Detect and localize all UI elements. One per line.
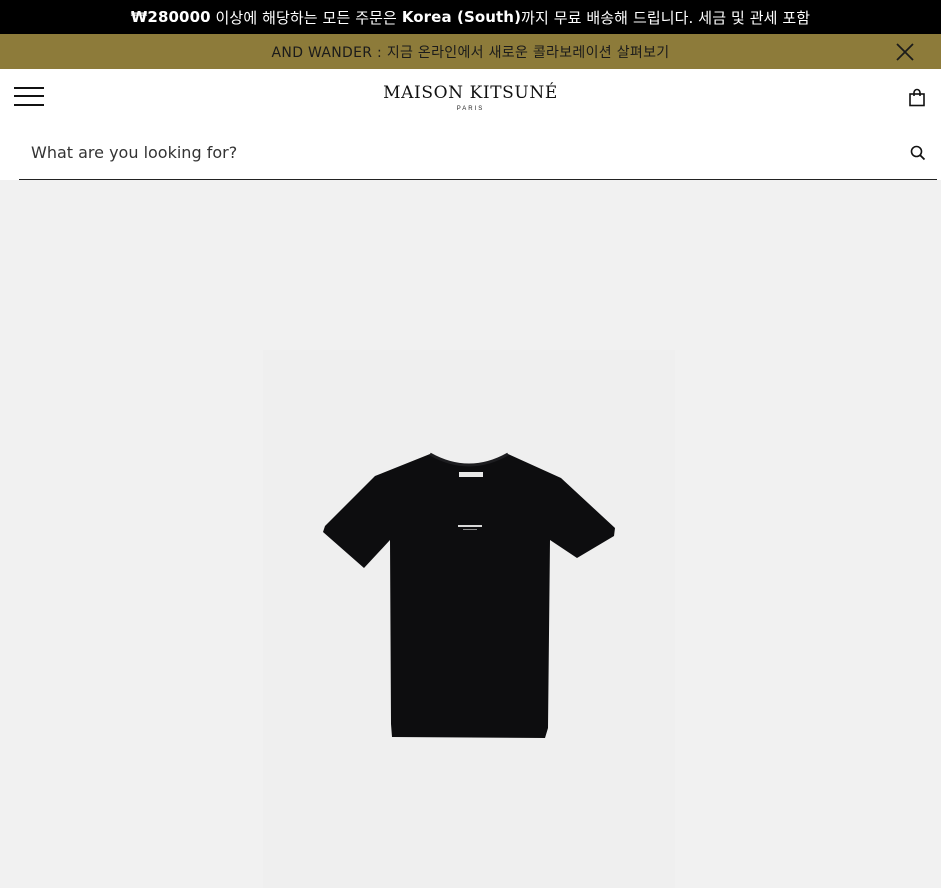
shipping-text-before: 이상에 해당하는 모든 주문은 bbox=[210, 8, 402, 27]
shipping-threshold-amount: ₩280000 bbox=[130, 8, 211, 26]
neck-label bbox=[459, 472, 483, 477]
site-header: MAISON KITSUNÉ PARIS bbox=[0, 69, 941, 125]
shipping-text-after: 까지 무료 배송해 드립니다. 세금 및 관세 포함 bbox=[521, 8, 811, 27]
shipping-country: Korea (South) bbox=[401, 8, 522, 26]
search-bar bbox=[0, 125, 941, 180]
search-input[interactable] bbox=[19, 125, 937, 180]
shipping-banner: ₩280000 이상에 해당하는 모든 주문은 Korea (South) 까지… bbox=[0, 0, 941, 34]
promo-banner[interactable]: AND WANDER : 지금 온라인에서 새로운 콜라보레이션 살펴보기 bbox=[0, 34, 941, 69]
close-icon[interactable] bbox=[896, 43, 914, 61]
chest-logo bbox=[458, 525, 482, 527]
promo-banner-text[interactable]: AND WANDER : 지금 온라인에서 새로운 콜라보레이션 살펴보기 bbox=[272, 42, 670, 62]
search-icon[interactable] bbox=[910, 145, 926, 161]
product-image[interactable] bbox=[263, 350, 675, 888]
t-shirt-shape bbox=[323, 454, 615, 738]
product-gallery bbox=[0, 180, 941, 888]
brand-logo[interactable]: MAISON KITSUNÉ bbox=[0, 83, 941, 103]
shopping-bag-icon[interactable] bbox=[908, 88, 926, 107]
brand-logo-subtitle: PARIS bbox=[456, 106, 485, 112]
